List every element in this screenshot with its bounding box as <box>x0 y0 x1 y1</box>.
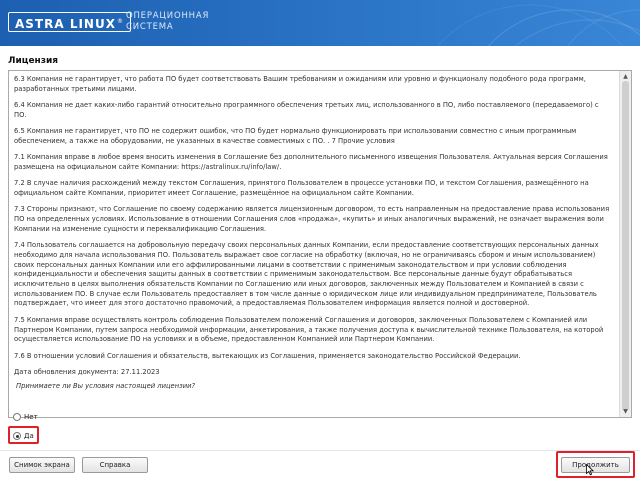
license-question: Принимаете ли Вы условия настоящей лицен… <box>16 381 196 390</box>
radio-no-button[interactable] <box>13 413 21 421</box>
continue-highlight <box>556 451 635 478</box>
license-paragraph: 6.5 Компания не гарантирует, что ПО не с… <box>14 127 577 145</box>
logo-subtitle-line2: СИСТЕМА <box>126 22 174 32</box>
radio-option-no[interactable]: Нет <box>13 411 38 423</box>
yes-option-highlight <box>8 426 39 444</box>
help-button[interactable]: Справка <box>82 457 148 473</box>
mouse-pointer-icon <box>586 464 594 476</box>
astra-linux-logo: ASTRA LINUX® <box>8 12 131 32</box>
screenshot-button[interactable]: Снимок экрана <box>9 457 75 473</box>
license-paragraph: 6.3 Компания не гарантирует, что работа … <box>14 75 586 93</box>
license-paragraph: 7.2 В случае наличия расхождений между т… <box>14 179 589 198</box>
license-text-panel[interactable]: 6.3 Компания не гарантирует, что работа … <box>8 70 632 418</box>
license-scrollbar[interactable]: ▲ ▼ <box>619 71 631 417</box>
header-decoration <box>436 4 640 46</box>
license-paragraph: 7.5 Компания вправе осуществлять контрол… <box>14 315 604 344</box>
license-paragraph: 7.4 Пользователь соглашается на добровол… <box>14 241 599 308</box>
header-banner: ASTRA LINUX® ОПЕРАЦИОННАЯ СИСТЕМА <box>0 0 640 46</box>
scrollbar-thumb[interactable] <box>622 81 629 411</box>
scroll-down-arrow-icon[interactable]: ▼ <box>620 406 631 417</box>
bottom-separator <box>0 450 640 451</box>
license-text-area[interactable]: 6.3 Компания не гарантирует, что работа … <box>9 71 619 417</box>
license-updated-date: Дата обновления документа: 27.11.2023 <box>14 368 160 377</box>
license-paragraph: 7.6 В отношении условий Соглашения и обя… <box>14 351 521 360</box>
logo-trademark: ® <box>116 18 124 25</box>
license-paragraph: 7.1 Компания вправе в любое время вносит… <box>14 153 608 171</box>
license-paragraph: 6.4 Компания не дает каких-либо гарантий… <box>14 101 599 119</box>
logo-subtitle: ОПЕРАЦИОННАЯ СИСТЕМА <box>126 11 209 33</box>
radio-no-label[interactable]: Нет <box>24 413 38 421</box>
license-paragraph: 7.3 Стороны признают, что Соглашение по … <box>14 205 610 233</box>
logo-subtitle-line1: ОПЕРАЦИОННАЯ <box>126 11 210 21</box>
logo-text: ASTRA LINUX <box>15 17 116 31</box>
page-title: Лицензия <box>8 56 59 66</box>
